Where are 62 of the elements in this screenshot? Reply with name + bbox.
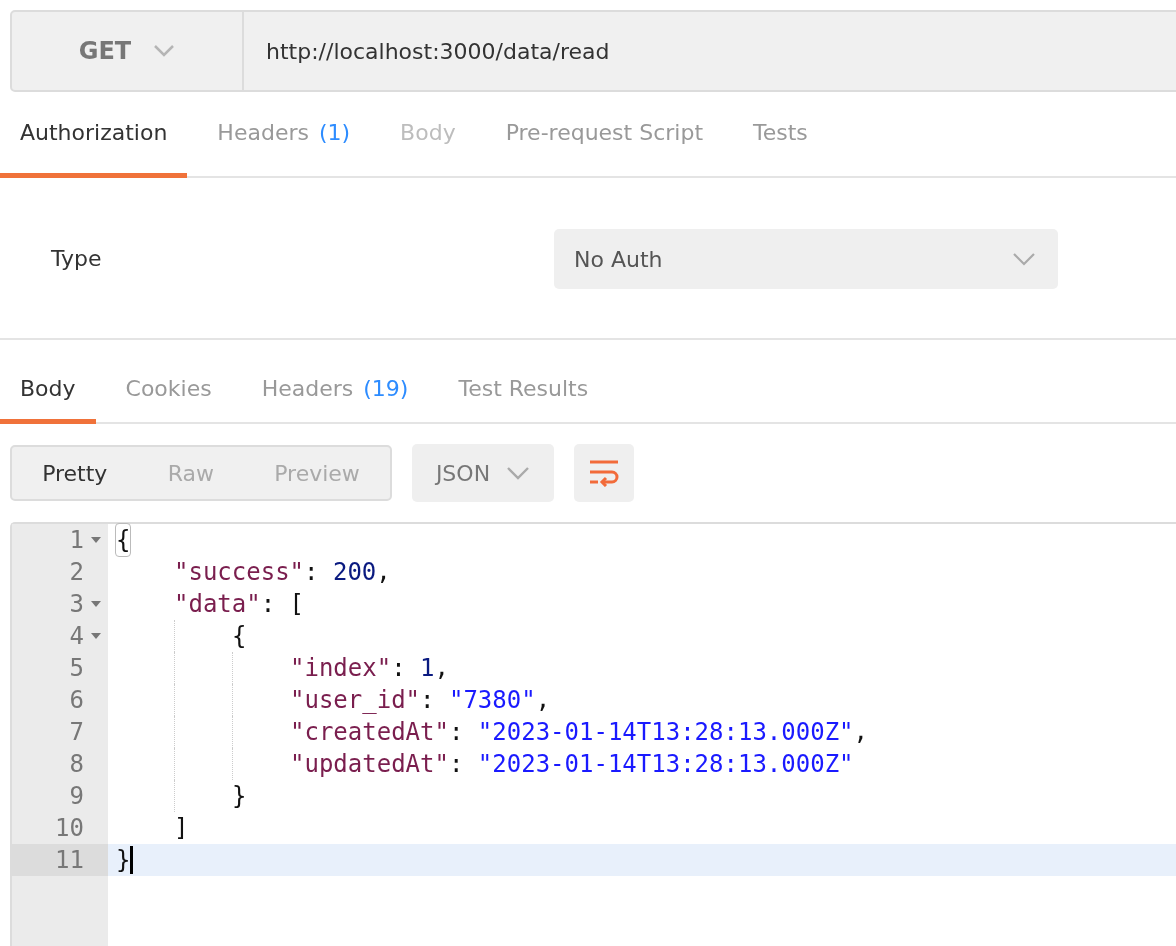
code-token: 200 xyxy=(332,557,377,588)
code-token: { xyxy=(232,621,247,652)
view-mode-option[interactable]: Raw xyxy=(159,454,222,492)
line-number: 11 xyxy=(55,845,84,876)
code-token: , xyxy=(853,717,868,748)
chevron-down-icon xyxy=(153,44,176,58)
code-token: "data" xyxy=(174,589,261,620)
code-token: "2023-01-14T13:28:13.000Z" xyxy=(477,749,854,780)
request-tab[interactable]: Authorization xyxy=(0,92,188,178)
type-label: Type xyxy=(51,245,103,271)
code-token: , xyxy=(376,557,391,588)
request-tab[interactable]: Pre-request Script xyxy=(485,92,723,178)
line-number: 5 xyxy=(69,653,84,684)
code-token: : xyxy=(420,685,436,716)
code-token: "updatedAt" xyxy=(290,749,449,780)
code-token: : xyxy=(391,653,407,684)
code-token: , xyxy=(535,685,551,716)
text-cursor xyxy=(130,846,134,874)
wrap-lines-button[interactable] xyxy=(574,444,634,502)
response-tab[interactable]: Test Results xyxy=(438,358,609,424)
line-number: 10 xyxy=(55,813,84,844)
code-token: "index" xyxy=(290,653,392,684)
format-dropdown[interactable]: JSON xyxy=(412,444,554,502)
chevron-down-icon xyxy=(506,466,531,480)
response-tab[interactable]: Cookies xyxy=(105,358,232,424)
fold-caret-icon[interactable] xyxy=(91,632,101,640)
wrap-lines-icon xyxy=(588,459,620,487)
code-token: : xyxy=(304,557,320,588)
request-tab[interactable]: Tests xyxy=(733,92,828,178)
method-dropdown[interactable]: GET xyxy=(10,10,244,92)
code-token: "2023-01-14T13:28:13.000Z" xyxy=(477,717,854,748)
line-number: 8 xyxy=(69,749,84,780)
code-token: { xyxy=(116,524,131,556)
auth-type-dropdown[interactable]: No Auth xyxy=(554,229,1058,289)
response-tab[interactable]: Body xyxy=(0,358,96,424)
line-number: 1 xyxy=(69,525,84,556)
code-token: "7380" xyxy=(448,685,536,716)
code-token: : [ xyxy=(260,589,305,620)
code-token: ] xyxy=(174,813,189,844)
line-number: 6 xyxy=(69,685,84,716)
chevron-down-icon xyxy=(1012,252,1036,266)
url-field[interactable]: http://localhost:3000/data/read xyxy=(244,10,1176,92)
view-mode-option[interactable]: Preview xyxy=(266,454,368,492)
line-number: 9 xyxy=(69,781,84,812)
code-token: : xyxy=(448,717,465,748)
code-token: : xyxy=(448,749,465,780)
code-token: "createdAt" xyxy=(290,717,449,748)
code-token: 1 xyxy=(420,653,435,684)
code-token: "success" xyxy=(174,557,305,588)
view-mode-option[interactable]: Pretty xyxy=(34,454,116,492)
line-number: 3 xyxy=(69,589,84,620)
code-token: } xyxy=(232,781,247,812)
code-token: } xyxy=(116,845,131,876)
line-number: 2 xyxy=(69,557,84,588)
response-tab[interactable]: Headers (19) xyxy=(241,358,429,424)
fold-caret-icon[interactable] xyxy=(91,536,101,544)
line-number: 4 xyxy=(69,621,84,652)
line-number: 7 xyxy=(69,717,84,748)
fold-caret-icon[interactable] xyxy=(91,600,101,608)
code-token: , xyxy=(434,653,449,684)
code-token: "user_id" xyxy=(290,685,421,716)
request-tab[interactable]: Headers (1) xyxy=(197,92,371,178)
